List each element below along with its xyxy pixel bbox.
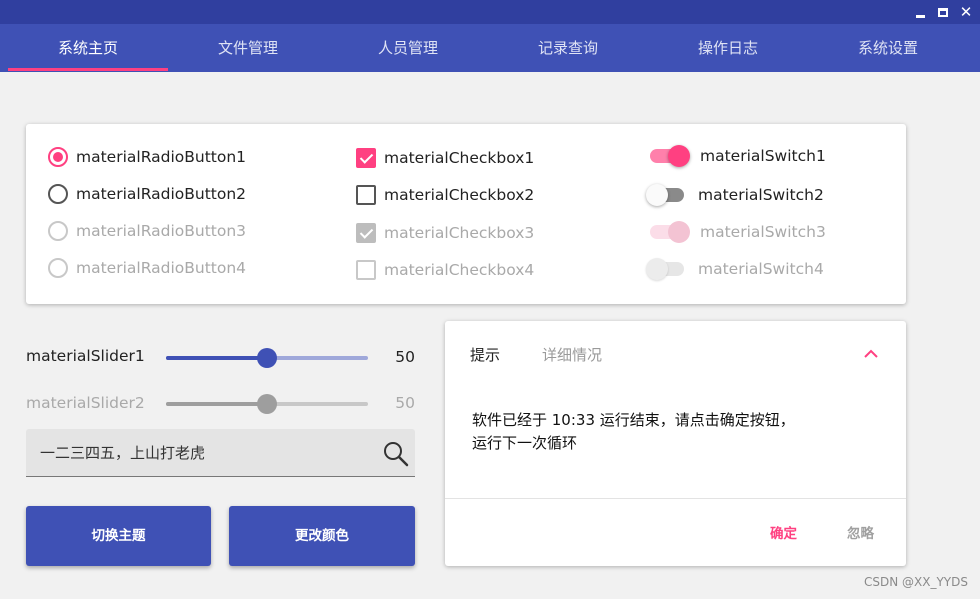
checkbox-checked-icon bbox=[356, 148, 376, 168]
checkbox-unchecked-icon bbox=[356, 185, 376, 205]
switch-label: materialSwitch1 bbox=[700, 147, 826, 165]
slider-fill bbox=[166, 402, 267, 406]
switch-4: materialSwitch4 bbox=[646, 257, 824, 281]
tab-system-settings[interactable]: 系统设置 bbox=[808, 24, 968, 72]
tab-personnel-management[interactable]: 人员管理 bbox=[328, 24, 488, 72]
tab-file-management[interactable]: 文件管理 bbox=[168, 24, 328, 72]
checkbox-4: materialCheckbox4 bbox=[356, 258, 534, 282]
ok-button[interactable]: 确定 bbox=[770, 522, 797, 542]
radio-disabled-icon bbox=[48, 258, 68, 278]
slider-1-label: materialSlider1 bbox=[26, 347, 145, 365]
radio-button-1[interactable]: materialRadioButton1 bbox=[48, 145, 246, 169]
minimize-icon[interactable] bbox=[911, 3, 929, 21]
panel-divider bbox=[445, 498, 906, 499]
checkbox-1[interactable]: materialCheckbox1 bbox=[356, 146, 534, 170]
radio-unselected-icon bbox=[48, 184, 68, 204]
chevron-up-icon[interactable] bbox=[861, 344, 881, 362]
slider-thumb[interactable] bbox=[257, 348, 277, 368]
title-bar bbox=[0, 0, 980, 24]
tab-bar: 系统主页 文件管理 人员管理 记录查询 操作日志 系统设置 bbox=[0, 24, 980, 72]
slider-2 bbox=[166, 392, 368, 416]
checkbox-label: materialCheckbox4 bbox=[384, 261, 535, 279]
switch-label: materialSwitch3 bbox=[700, 223, 826, 241]
toggle-off-icon bbox=[646, 183, 688, 207]
checkbox-disabled-icon bbox=[356, 260, 376, 280]
toggle-disabled-on-icon bbox=[648, 220, 690, 244]
checkbox-label: materialCheckbox1 bbox=[384, 149, 535, 167]
panel-tab-tip[interactable]: 提示 bbox=[470, 344, 500, 365]
checkbox-2[interactable]: materialCheckbox2 bbox=[356, 183, 534, 207]
message-line-2: 运行下一次循环 bbox=[472, 434, 578, 452]
switch-theme-button[interactable]: 切换主题 bbox=[26, 506, 211, 566]
search-icon[interactable] bbox=[382, 440, 410, 468]
switch-3: materialSwitch3 bbox=[648, 220, 826, 244]
slider-thumb bbox=[257, 394, 277, 414]
radio-label: materialRadioButton1 bbox=[76, 148, 247, 166]
radio-label: materialRadioButton4 bbox=[76, 259, 247, 277]
slider-1[interactable] bbox=[166, 346, 368, 370]
radio-button-4: materialRadioButton4 bbox=[48, 256, 246, 280]
switch-label: materialSwitch4 bbox=[698, 260, 824, 278]
tab-home[interactable]: 系统主页 bbox=[8, 24, 168, 72]
watermark: CSDN @XX_YYDS bbox=[864, 575, 968, 589]
search-input[interactable] bbox=[40, 429, 370, 475]
checkbox-3: materialCheckbox3 bbox=[356, 221, 534, 245]
panel-tab-detail[interactable]: 详细情况 bbox=[542, 344, 602, 365]
radio-disabled-icon bbox=[48, 221, 68, 241]
radio-label: materialRadioButton2 bbox=[76, 185, 247, 203]
active-tab-indicator bbox=[8, 68, 168, 71]
slider-2-value: 50 bbox=[395, 394, 415, 412]
switch-2[interactable]: materialSwitch2 bbox=[646, 183, 824, 207]
ignore-button[interactable]: 忽略 bbox=[847, 522, 874, 542]
radio-selected-icon bbox=[48, 147, 68, 167]
checkbox-label: materialCheckbox2 bbox=[384, 186, 535, 204]
toggle-disabled-off-icon bbox=[646, 257, 688, 281]
switch-label: materialSwitch2 bbox=[698, 186, 824, 204]
checkbox-label: materialCheckbox3 bbox=[384, 224, 535, 242]
radio-label: materialRadioButton3 bbox=[76, 222, 247, 240]
maximize-icon[interactable] bbox=[934, 3, 952, 21]
switch-1[interactable]: materialSwitch1 bbox=[648, 144, 826, 168]
slider-1-value: 50 bbox=[395, 348, 415, 366]
slider-2-label: materialSlider2 bbox=[26, 394, 145, 412]
checkbox-disabled-checked-icon bbox=[356, 223, 376, 243]
message-line-1: 软件已经于 10:33 运行结束，请点击确定按钮， bbox=[472, 411, 795, 429]
change-color-button[interactable]: 更改颜色 bbox=[229, 506, 415, 566]
close-icon[interactable]: ✕ bbox=[957, 3, 975, 21]
tab-record-query[interactable]: 记录查询 bbox=[488, 24, 648, 72]
panel-message: 软件已经于 10:33 运行结束，请点击确定按钮， 运行下一次循环 bbox=[472, 409, 892, 455]
slider-fill bbox=[166, 356, 267, 360]
radio-button-3: materialRadioButton3 bbox=[48, 219, 246, 243]
toggle-on-icon bbox=[648, 144, 690, 168]
tab-operation-log[interactable]: 操作日志 bbox=[648, 24, 808, 72]
search-field bbox=[26, 429, 415, 477]
radio-button-2[interactable]: materialRadioButton2 bbox=[48, 182, 246, 206]
